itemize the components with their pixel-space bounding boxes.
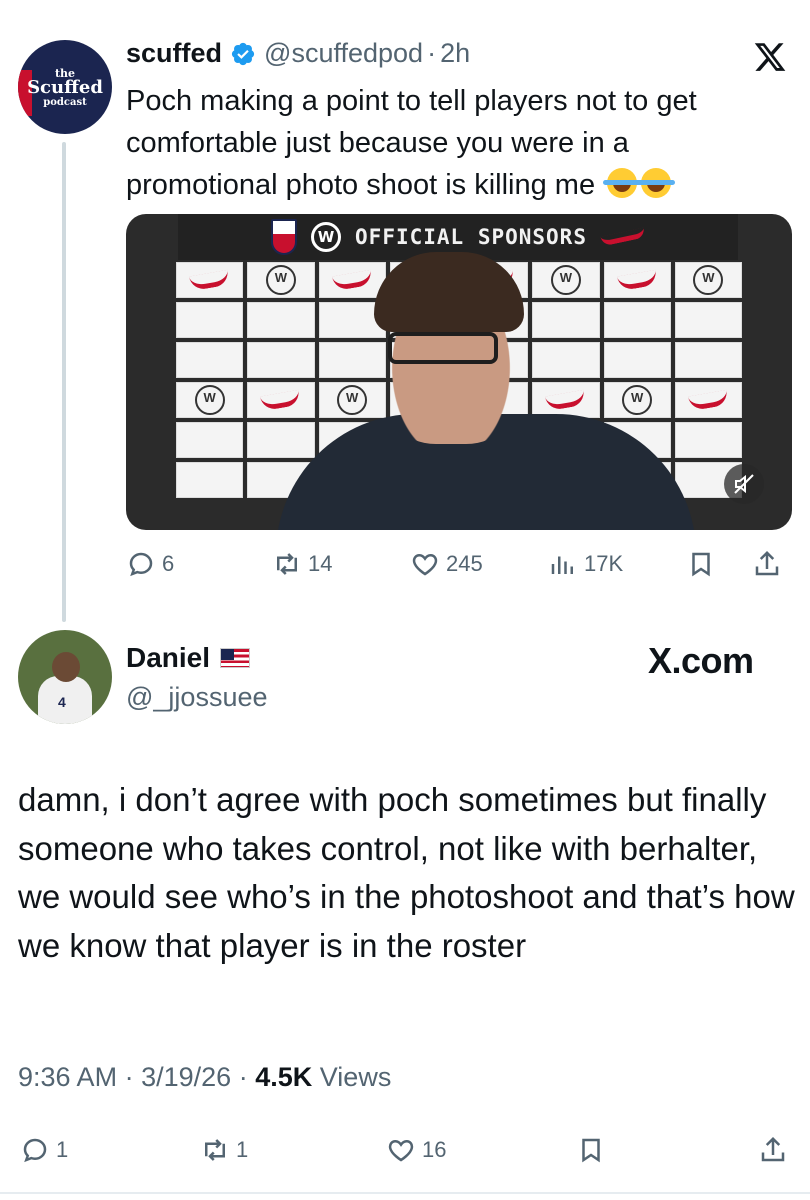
- reply-count: 6: [162, 551, 175, 576]
- speaker-muted-icon: [734, 474, 754, 494]
- xcom-watermark: X.com: [648, 640, 754, 681]
- avatar-scuffed[interactable]: the Scuffed podcast: [18, 40, 112, 134]
- separator-dot: ·: [238, 1062, 248, 1092]
- avatar-head: [52, 652, 80, 682]
- avatar-daniel[interactable]: 4: [18, 630, 112, 724]
- tears-of-joy-emoji-icon: [603, 168, 642, 198]
- separator-dot: ·: [124, 1062, 134, 1092]
- reply-count: 1: [56, 1137, 69, 1162]
- heart-icon: [412, 553, 438, 576]
- bookmark-button[interactable]: [686, 549, 716, 579]
- share-button[interactable]: [758, 1135, 788, 1165]
- separator-dot: ·: [427, 38, 437, 68]
- swoosh-logo-icon: [600, 227, 646, 247]
- heart-icon: [388, 1139, 414, 1162]
- thread-connector-line: [62, 142, 66, 622]
- avatar-text-scuffed: Scuffed: [27, 77, 103, 98]
- like-count: 245: [446, 551, 483, 576]
- repost-icon: [205, 1139, 225, 1161]
- reply-icon: [129, 552, 153, 577]
- quoted-tweet-header: scuffed @scuffedpod · 2h: [126, 38, 470, 69]
- us-flag-icon: [220, 648, 251, 668]
- tweet-time[interactable]: 2h: [440, 38, 470, 69]
- bookmark-icon: [582, 1138, 600, 1163]
- tweet-video[interactable]: W OFFICIAL SPONSORS: [126, 214, 792, 530]
- reply-views-label: Views: [319, 1062, 392, 1092]
- share-icon: [761, 1136, 785, 1162]
- vw-logo-icon: W: [311, 222, 342, 252]
- share-button[interactable]: [752, 549, 782, 579]
- like-button[interactable]: 16: [386, 1135, 446, 1165]
- analytics-icon: [551, 556, 573, 574]
- reply-header: Daniel: [126, 642, 251, 674]
- reply-date[interactable]: 3/19/26: [141, 1062, 231, 1092]
- views-count: 17K: [584, 551, 624, 576]
- usa-crest-icon: [271, 219, 298, 255]
- mute-button[interactable]: [724, 464, 764, 504]
- reply-author-handle[interactable]: @_jjossuee: [126, 682, 268, 713]
- bottom-divider: [0, 1192, 810, 1194]
- author-handle[interactable]: @scuffedpod: [264, 38, 423, 69]
- reply-button[interactable]: 1: [20, 1135, 68, 1165]
- reply-button[interactable]: 6: [126, 549, 174, 579]
- bookmark-icon: [692, 552, 710, 577]
- reply-tweet-text: damn, i don’t agree with poch sometimes …: [18, 781, 795, 964]
- repost-count: 14: [308, 551, 333, 576]
- share-icon: [755, 550, 779, 576]
- sponsor-banner-title: OFFICIAL SPONSORS: [355, 225, 587, 249]
- repost-icon: [277, 553, 297, 575]
- avatar-text-podcast: podcast: [43, 97, 87, 108]
- avatar-jersey-number: 4: [58, 694, 66, 710]
- x-logo-icon[interactable]: [752, 40, 788, 74]
- tears-of-joy-emoji-icon: [637, 168, 676, 198]
- reply-meta: 9:36 AM · 3/19/26 · 4.5K Views: [18, 1062, 391, 1093]
- reply-author-name[interactable]: Daniel: [126, 642, 210, 674]
- author-name[interactable]: scuffed: [126, 38, 222, 69]
- repost-button[interactable]: 14: [272, 549, 332, 579]
- repost-button[interactable]: 1: [200, 1135, 248, 1165]
- bookmark-button[interactable]: [576, 1135, 606, 1165]
- quoted-tweet-text: Poch making a point to tell players not …: [126, 80, 776, 206]
- views-button[interactable]: 17K: [548, 549, 623, 579]
- reply-time[interactable]: 9:36 AM: [18, 1062, 117, 1092]
- reply-icon: [23, 1138, 47, 1163]
- reply-views-count: 4.5K: [255, 1062, 313, 1092]
- repost-count: 1: [236, 1137, 249, 1162]
- speaker-glasses: [388, 332, 498, 364]
- like-count: 16: [422, 1137, 447, 1162]
- like-button[interactable]: 245: [410, 549, 483, 579]
- verified-badge-icon: [231, 42, 255, 65]
